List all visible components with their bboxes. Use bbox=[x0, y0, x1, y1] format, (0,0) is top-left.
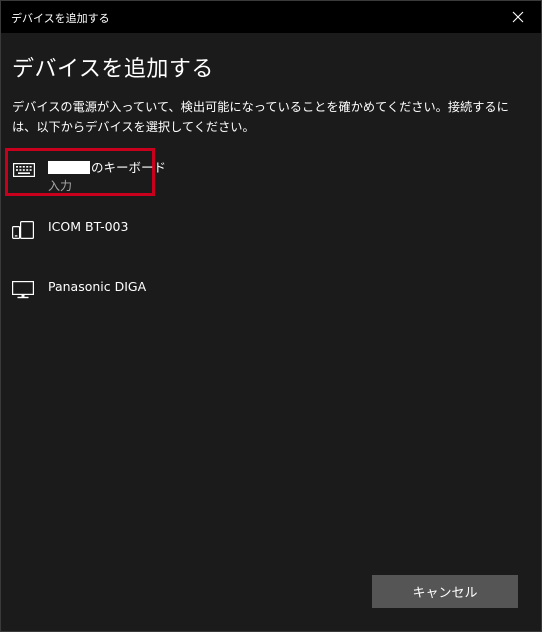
device-name: のキーボード bbox=[48, 157, 166, 176]
add-device-dialog: デバイスを追加する デバイスを追加する デバイスの電源が入っていて、検出可能にな… bbox=[0, 0, 542, 632]
device-name: Panasonic DIGA bbox=[48, 279, 147, 294]
device-name: ICOM BT-003 bbox=[48, 219, 129, 234]
keyboard-icon bbox=[13, 163, 35, 177]
monitor-icon bbox=[12, 281, 34, 299]
redacted-name bbox=[48, 161, 90, 174]
page-title: デバイスを追加する bbox=[12, 57, 214, 82]
phone-device-icon bbox=[12, 221, 34, 239]
device-item-keyboard[interactable]: のキーボード 入力 bbox=[5, 148, 166, 196]
close-button[interactable] bbox=[495, 1, 541, 33]
window-title: デバイスを追加する bbox=[11, 12, 110, 25]
device-item-panasonic[interactable]: Panasonic DIGA bbox=[5, 271, 155, 315]
device-item-icom[interactable]: ICOM BT-003 bbox=[5, 211, 155, 255]
device-type: 入力 bbox=[48, 179, 73, 193]
instructions-text: デバイスの電源が入っていて、検出可能になっていることを確かめてください。接続する… bbox=[12, 100, 509, 134]
title-bar: デバイスを追加する bbox=[1, 1, 541, 33]
close-icon bbox=[512, 11, 524, 23]
cancel-button[interactable]: キャンセル bbox=[372, 575, 518, 608]
